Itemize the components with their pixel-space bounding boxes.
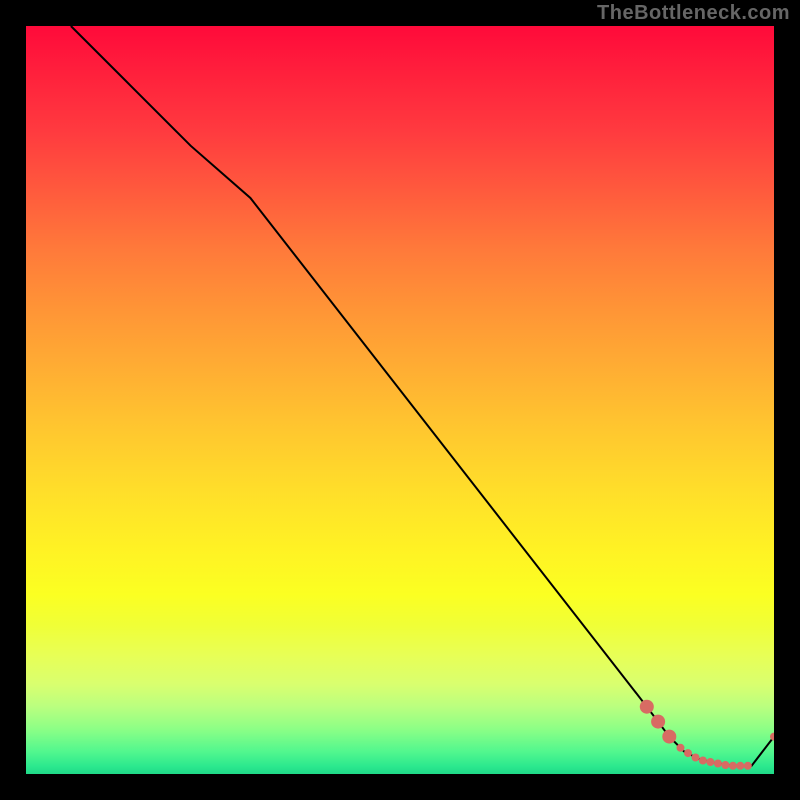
data-point-marker [692, 754, 700, 762]
data-point-marker [721, 761, 729, 769]
data-point-marker [640, 700, 654, 714]
data-point-marker [729, 762, 737, 770]
data-point-marker [736, 762, 744, 770]
watermark-label: TheBottleneck.com [597, 2, 790, 25]
line-layer [71, 26, 774, 766]
data-point-marker [651, 715, 665, 729]
data-point-marker [706, 758, 714, 766]
chart-frame: TheBottleneck.com [0, 0, 800, 800]
data-point-marker [662, 730, 676, 744]
marker-layer [640, 700, 774, 770]
plot-area [26, 26, 774, 774]
data-point-marker [677, 744, 685, 752]
data-point-marker [699, 757, 707, 765]
data-point-marker [744, 762, 752, 770]
data-point-marker [714, 760, 722, 768]
data-point-marker [684, 749, 692, 757]
chart-svg [26, 26, 774, 774]
curve-line [71, 26, 774, 766]
